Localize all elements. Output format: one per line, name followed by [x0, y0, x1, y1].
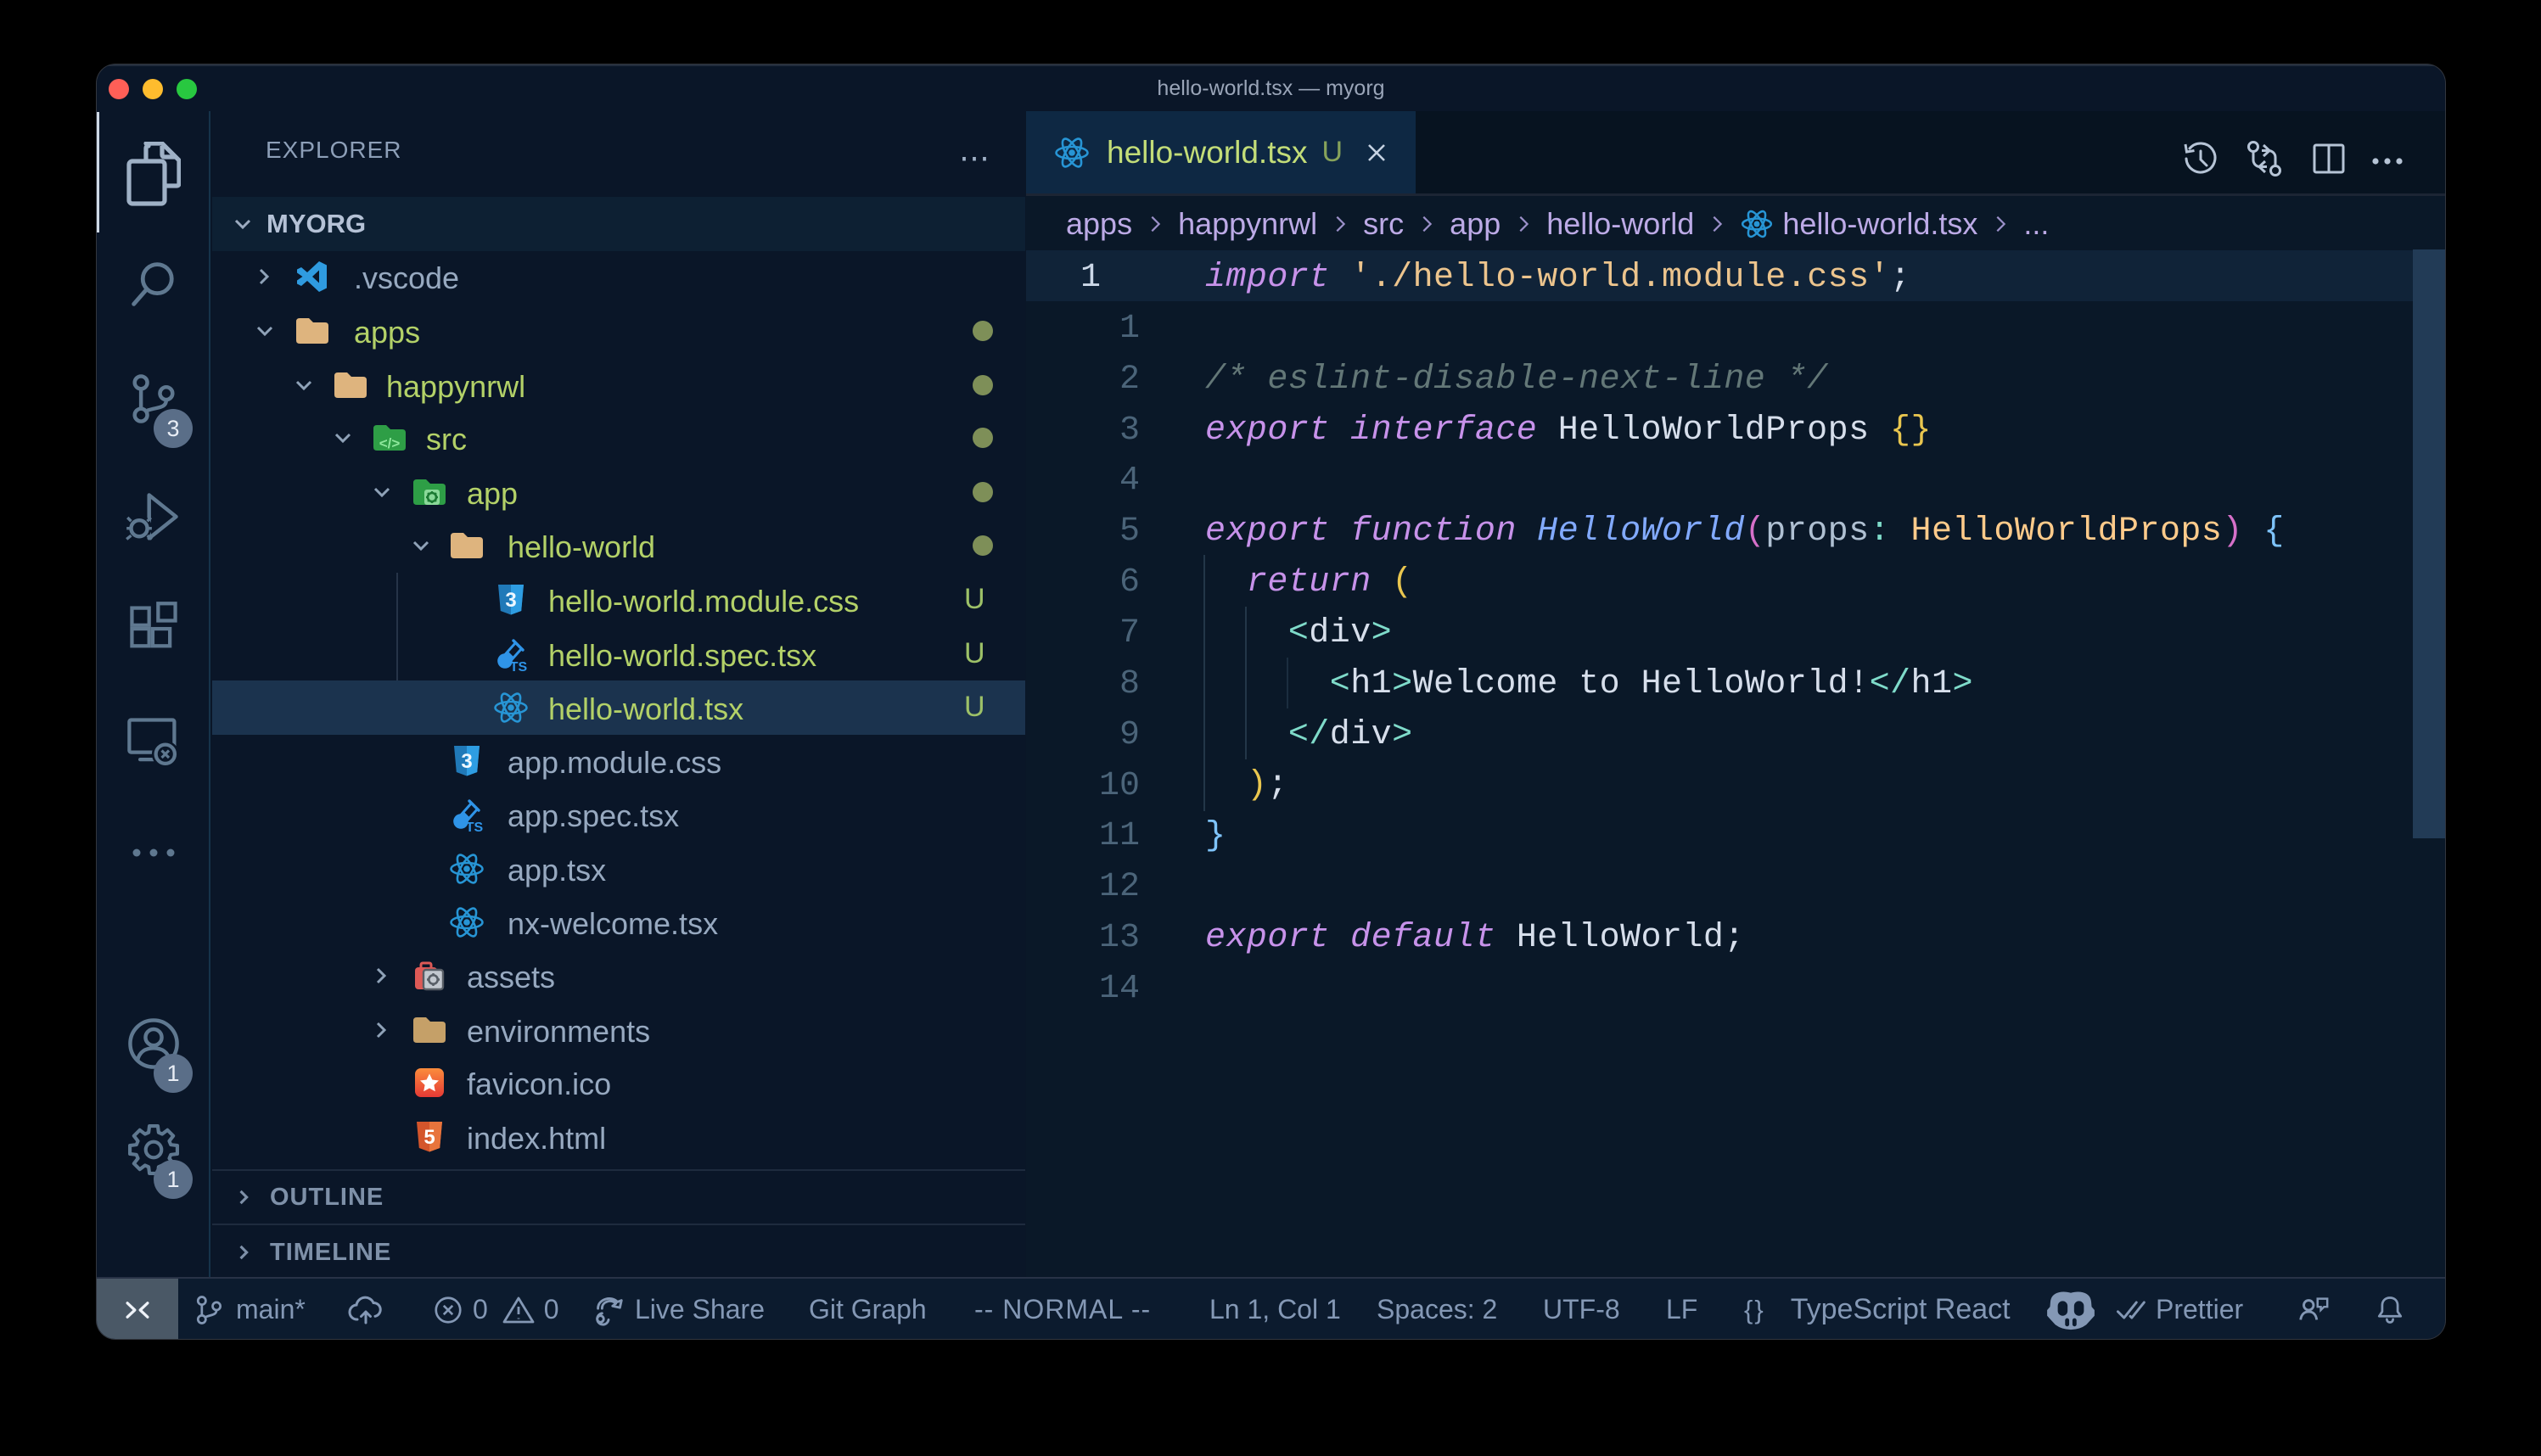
- svg-text:</>: </>: [379, 435, 401, 451]
- svg-text:5: 5: [424, 1126, 435, 1149]
- svg-text:TS: TS: [466, 820, 484, 833]
- svg-text:3: 3: [505, 589, 516, 612]
- svg-text:TS: TS: [510, 660, 528, 673]
- svg-text:3: 3: [461, 750, 472, 773]
